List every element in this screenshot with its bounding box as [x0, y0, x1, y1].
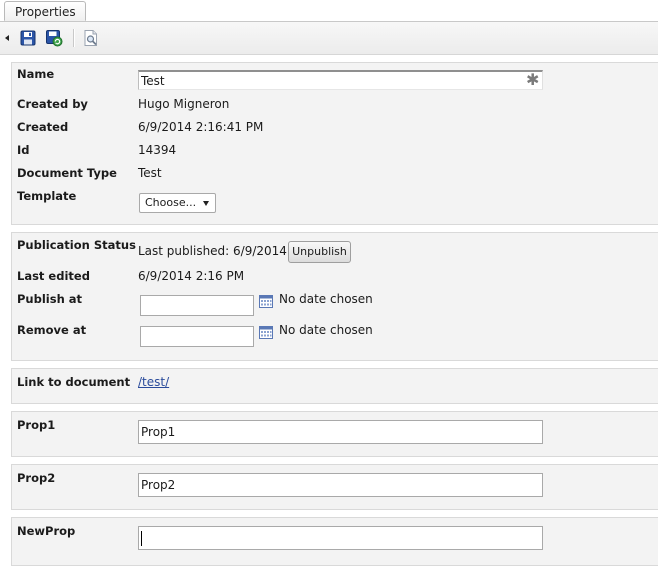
created-value: 6/9/2014 2:16:41 PM — [138, 120, 264, 134]
created-by-value: Hugo Migneron — [138, 97, 230, 111]
document-type-value: Test — [138, 166, 162, 180]
created-label: Created — [17, 120, 69, 134]
publication-status-label: Publication Status — [17, 238, 136, 252]
newprop-panel: NewProp — [11, 517, 658, 566]
publication-panel: Publication Status Last published: 6/9/2… — [11, 232, 658, 361]
chevron-down-icon — [203, 201, 209, 206]
toolbar — [0, 22, 658, 55]
remove-at-status: No date chosen — [279, 323, 373, 337]
tab-properties[interactable]: Properties — [4, 1, 86, 21]
name-label: Name — [17, 67, 55, 81]
link-panel: Link to document /test/ — [11, 368, 658, 404]
publication-status-value: Last published: 6/9/2014 — [138, 244, 287, 258]
publish-at-status: No date chosen — [279, 292, 373, 306]
template-selected-value: Choose... — [145, 196, 197, 209]
toolbar-separator — [73, 29, 75, 47]
document-link[interactable]: /test/ — [138, 374, 169, 390]
prop2-input[interactable] — [138, 473, 543, 497]
id-value: 14394 — [138, 143, 177, 157]
calendar-icon[interactable] — [259, 326, 273, 339]
last-edited-value: 6/9/2014 2:16 PM — [138, 269, 245, 283]
prop2-label: Prop2 — [17, 471, 56, 485]
save-icon — [20, 30, 36, 46]
publish-at-input[interactable] — [140, 295, 254, 316]
template-select[interactable]: Choose... — [139, 193, 216, 213]
newprop-label: NewProp — [17, 524, 76, 538]
prop1-panel: Prop1 — [11, 411, 658, 457]
save-button[interactable] — [19, 29, 37, 47]
preview-icon — [84, 30, 97, 46]
last-edited-label: Last edited — [17, 269, 90, 283]
toolbar-collapse-arrow-icon[interactable] — [5, 35, 9, 41]
required-star-icon: ✱ — [526, 70, 540, 89]
text-cursor — [141, 531, 142, 546]
newprop-input[interactable] — [138, 526, 543, 550]
link-to-document-label: Link to document — [17, 375, 131, 389]
prop1-input[interactable] — [138, 420, 543, 444]
properties-editor: Properties Name Test ✱ Created by Hugo M… — [0, 0, 658, 566]
template-label: Template — [17, 189, 77, 203]
preview-button[interactable] — [82, 29, 100, 47]
save-and-publish-button[interactable] — [45, 29, 63, 47]
tab-strip: Properties — [0, 0, 658, 22]
remove-at-input[interactable] — [140, 326, 254, 347]
save-and-publish-icon — [46, 30, 63, 47]
name-input[interactable] — [138, 70, 543, 90]
id-label: Id — [17, 143, 30, 157]
calendar-icon[interactable] — [259, 295, 273, 308]
document-type-label: Document Type — [17, 166, 117, 180]
created-by-label: Created by — [17, 97, 88, 111]
prop2-panel: Prop2 — [11, 464, 658, 510]
publish-at-label: Publish at — [17, 292, 83, 306]
document-info-panel: Name ✱ Created by Hugo Migneron Created … — [11, 62, 658, 225]
remove-at-label: Remove at — [17, 323, 87, 337]
unpublish-button[interactable]: Unpublish — [288, 241, 351, 263]
prop1-label: Prop1 — [17, 418, 56, 432]
